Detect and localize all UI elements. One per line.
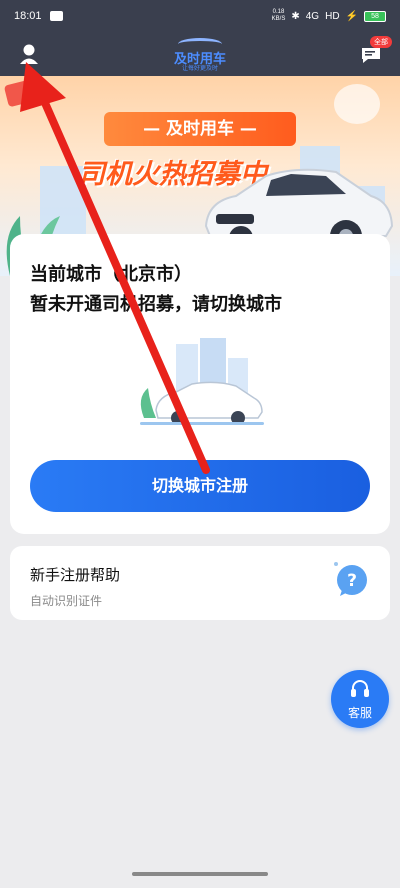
status-time: 18:01 <box>14 10 42 22</box>
status-indicators: 0.18 KB/S ✱ 4G HD ⚡ 58 <box>272 9 386 23</box>
user-icon <box>20 44 38 64</box>
help-subtitle: 自动识别证件 <box>30 594 103 608</box>
home-indicator[interactable] <box>132 872 268 876</box>
city-car-illustration <box>140 338 264 425</box>
battery-icon: 58 <box>364 10 386 22</box>
hd-label: HD <box>325 10 340 22</box>
app-logo: 及时用车 让每好更及时 <box>160 38 240 72</box>
app-header: 及时用车 让每好更及时 全部 <box>0 34 400 76</box>
logo-subtitle: 让每好更及时 <box>181 65 218 72</box>
net-speed-unit: KB/S <box>271 16 286 22</box>
user-profile-button[interactable] <box>14 41 44 69</box>
banner-ribbon: — 及时用车 — <box>104 112 296 146</box>
network-label: 4G <box>305 10 320 22</box>
help-card[interactable]: 新手注册帮助 自动识别证件 ? <box>10 546 390 620</box>
switch-city-register-button[interactable]: 切换城市注册 <box>30 460 370 512</box>
not-open-text: 暂未开通司机招募，请切换城市 <box>30 294 282 315</box>
help-title: 新手注册帮助 <box>30 566 121 584</box>
headset-icon <box>351 680 369 697</box>
status-bar: 18:01 0.18 KB/S ✱ 4G HD ⚡ 58 <box>0 0 400 34</box>
customer-service-label: 客服 <box>347 706 372 720</box>
coin-decoration-icon <box>334 84 380 124</box>
current-city-text: 当前城市（北京市） <box>30 264 192 285</box>
city-message: 当前城市（北京市） 暂未开通司机招募，请切换城市 <box>30 260 370 320</box>
svg-text:?: ? <box>347 571 357 591</box>
net-speed-value: 0.18 <box>272 9 285 15</box>
red-envelope-icon <box>3 78 39 108</box>
bluetooth-icon: ✱ <box>291 10 300 22</box>
net-speed: 0.18 KB/S <box>272 9 286 23</box>
notification-icon <box>50 11 63 21</box>
help-question-icon: ? <box>334 562 367 596</box>
city-card: 当前城市（北京市） 暂未开通司机招募，请切换城市 切换城市注册 <box>10 234 390 534</box>
charging-icon: ⚡ <box>345 10 358 22</box>
message-badge: 全部 <box>370 36 392 48</box>
customer-service-button[interactable]: 客服 <box>331 670 389 728</box>
